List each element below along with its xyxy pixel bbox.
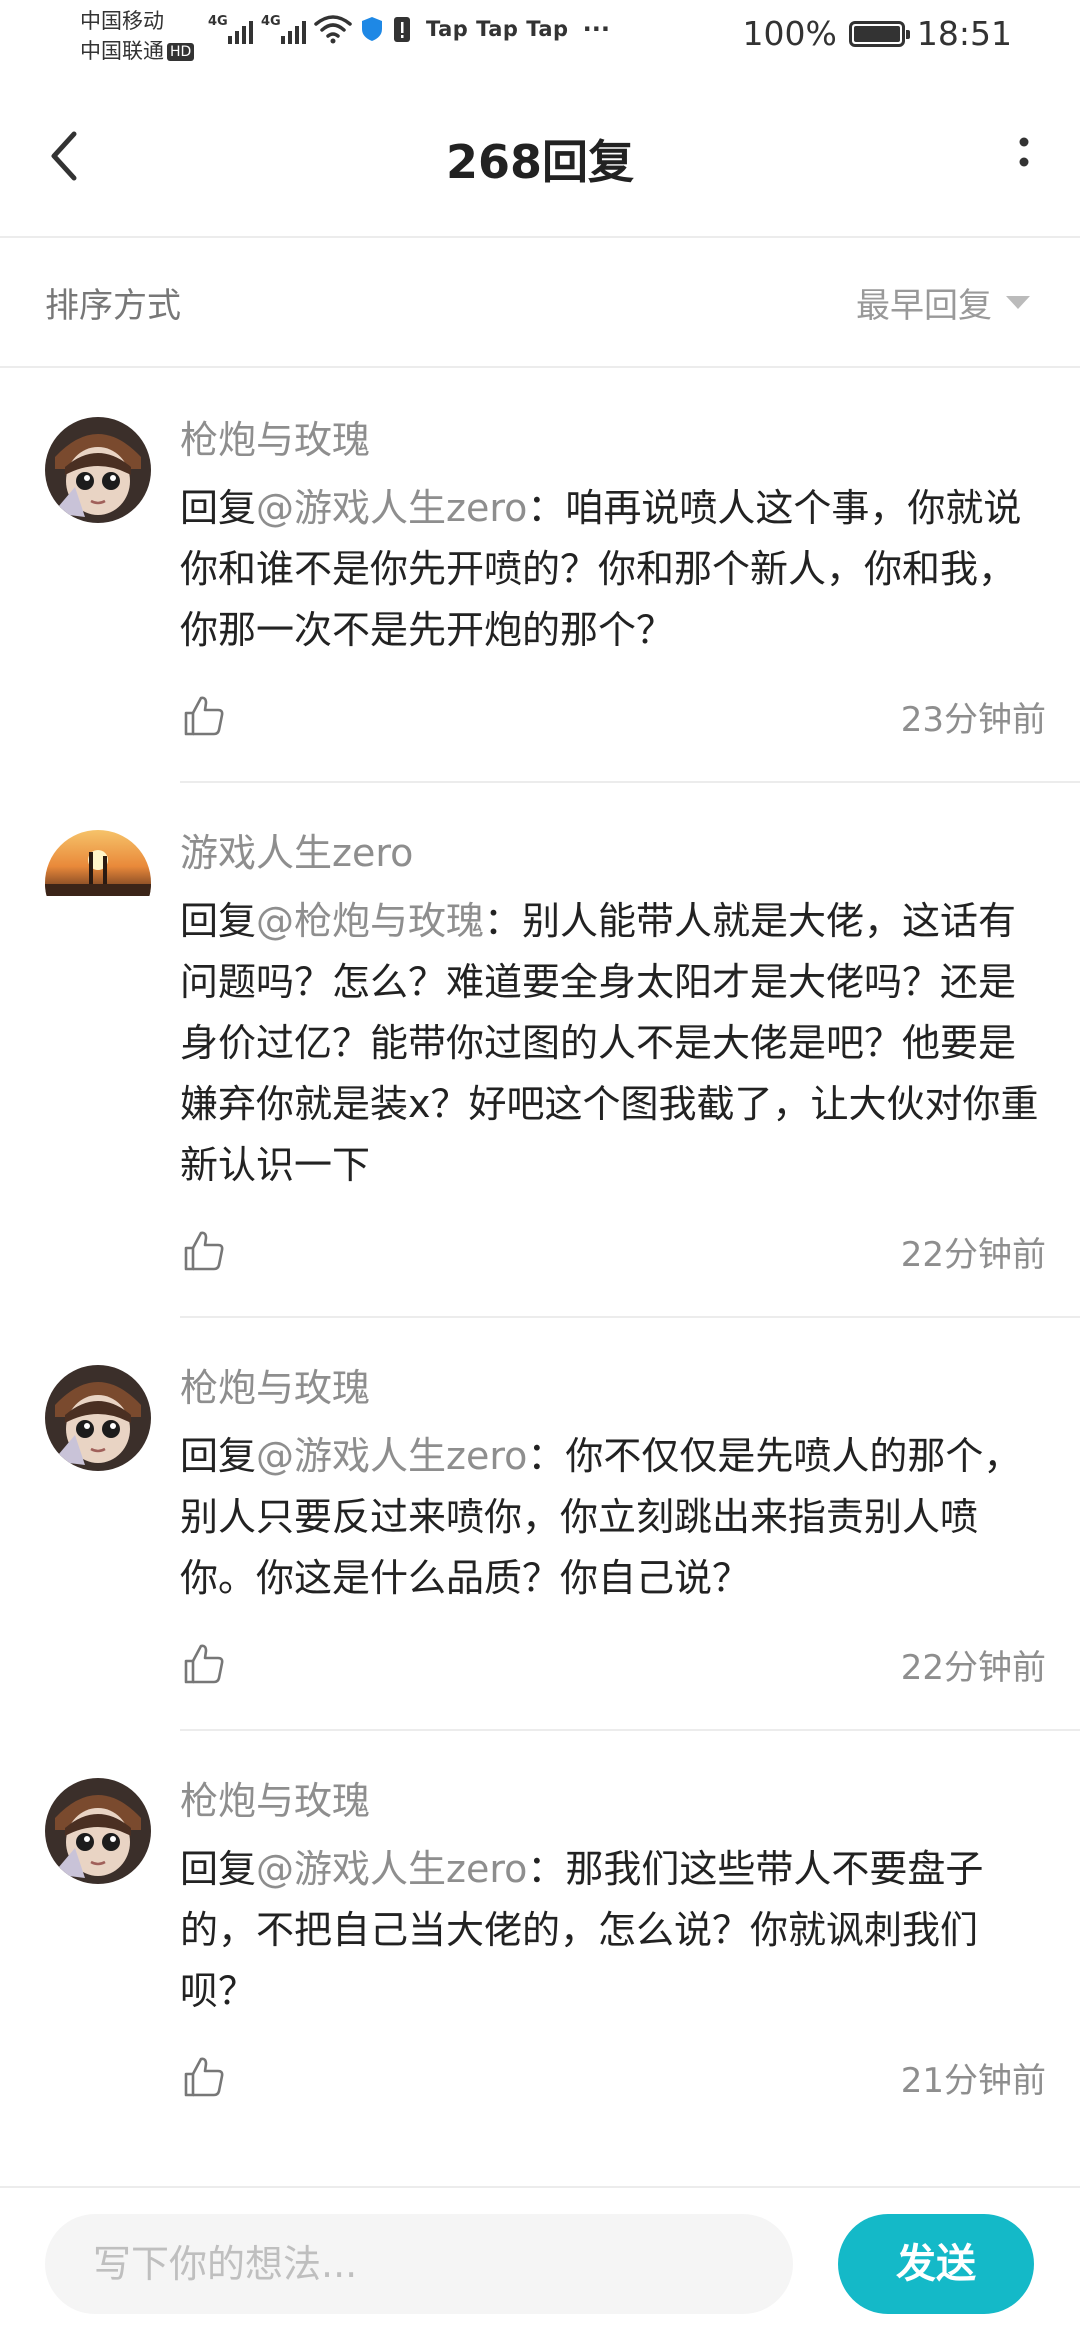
app-header: 268回复 bbox=[0, 78, 1080, 238]
reply-prefix: 回复 bbox=[180, 1434, 257, 1478]
mention-link[interactable]: @游戏人生zero bbox=[256, 1847, 527, 1891]
comment-meta: 23分钟前 bbox=[180, 691, 1046, 741]
triangle-down-icon bbox=[1006, 296, 1030, 309]
network-type-1: 4G bbox=[208, 14, 228, 29]
carrier-top: 中国移动 bbox=[80, 9, 164, 33]
comment-author[interactable]: 游戏人生zero bbox=[180, 825, 1046, 881]
status-bar: 中国移动 中国联通HD 4G 4G Tap Tap Tap ··· 100% bbox=[0, 0, 1080, 78]
comment-time: 23分钟前 bbox=[900, 699, 1046, 740]
avatar-doll-icon[interactable] bbox=[45, 1365, 151, 1471]
avatar-doll-icon[interactable] bbox=[45, 1778, 151, 1884]
reply-prefix: 回复 bbox=[180, 899, 257, 943]
battery-percent: 100% bbox=[742, 14, 837, 53]
comment-content[interactable]: 回复@枪炮与玫瑰：别人能带人就是大佬，这话有问题吗？怎么？难道要全身太阳才是大佬… bbox=[180, 891, 1046, 1196]
vertical-dots-icon[interactable] bbox=[1012, 126, 1036, 190]
thumbs-up-icon[interactable] bbox=[180, 2053, 228, 2101]
comment-content[interactable]: 回复@游戏人生zero：那我们这些带人不要盘子的，不把自己当大佬的，怎么说？你就… bbox=[180, 1839, 1046, 2022]
thumbs-up-icon[interactable] bbox=[180, 692, 228, 740]
reply-prefix: 回复 bbox=[180, 1847, 257, 1891]
comment-item: 枪炮与玫瑰 回复@游戏人生zero：咱再说喷人这个事，你就说你和谁不是你先开喷的… bbox=[45, 370, 1080, 783]
sort-selected-value: 最早回复 bbox=[856, 286, 992, 326]
composer-bar: 写下你的想法... 发送 bbox=[0, 2186, 1080, 2340]
comment-item: 枪炮与玫瑰 回复@游戏人生zero：那我们这些带人不要盘子的，不把自己当大佬的，… bbox=[45, 1731, 1080, 2142]
avatar-doll-icon[interactable] bbox=[45, 417, 151, 523]
comment-input[interactable]: 写下你的想法... bbox=[45, 2214, 793, 2314]
comment-item: 枪炮与玫瑰 回复@游戏人生zero：你不仅仅是先喷人的那个，别人只要反过来喷你，… bbox=[45, 1318, 1080, 1731]
comment-meta: 22分钟前 bbox=[180, 1226, 1046, 1276]
comment-time: 22分钟前 bbox=[900, 1647, 1046, 1688]
carrier-info: 中国移动 中国联通 HD bbox=[80, 6, 195, 66]
wifi-icon bbox=[314, 15, 352, 44]
sort-label: 排序方式 bbox=[45, 286, 181, 326]
page-title: 268回复 bbox=[445, 135, 635, 189]
signal-icon-2: 4G bbox=[261, 14, 306, 44]
send-button[interactable]: 发送 bbox=[838, 2214, 1034, 2314]
comment-list: 枪炮与玫瑰 回复@游戏人生zero：咱再说喷人这个事，你就说你和谁不是你先开喷的… bbox=[0, 370, 1080, 2142]
comment-time: 22分钟前 bbox=[900, 1234, 1046, 1275]
comment-time: 21分钟前 bbox=[900, 2060, 1046, 2101]
avatar-sunset-icon[interactable] bbox=[45, 830, 151, 936]
comment-meta: 22分钟前 bbox=[180, 1639, 1046, 1689]
more-notifications-icon: ··· bbox=[582, 15, 610, 43]
mention-link[interactable]: @枪炮与玫瑰 bbox=[256, 899, 484, 943]
battery-icon bbox=[848, 20, 910, 47]
sort-dropdown[interactable]: 最早回复 bbox=[856, 278, 1030, 327]
clock: 18:51 bbox=[916, 14, 1012, 53]
network-type-2: 4G bbox=[261, 14, 281, 29]
thumbs-up-icon[interactable] bbox=[180, 1227, 228, 1275]
shield-icon bbox=[362, 17, 382, 41]
comment-author[interactable]: 枪炮与玫瑰 bbox=[180, 412, 1046, 468]
comment-author[interactable]: 枪炮与玫瑰 bbox=[180, 1773, 1046, 1829]
mention-link[interactable]: @游戏人生zero bbox=[256, 1434, 527, 1478]
thumbs-up-icon[interactable] bbox=[180, 1640, 228, 1688]
sort-bar: 排序方式 最早回复 bbox=[0, 238, 1080, 368]
carrier-bottom: 中国联通 bbox=[80, 39, 164, 63]
hd-badge: HD bbox=[167, 43, 195, 61]
comment-author[interactable]: 枪炮与玫瑰 bbox=[180, 1360, 1046, 1416]
comment-item: 游戏人生zero 回复@枪炮与玫瑰：别人能带人就是大佬，这话有问题吗？怎么？难道… bbox=[45, 783, 1080, 1318]
comment-meta: 21分钟前 bbox=[180, 2052, 1046, 2102]
taptap-notification: Tap Tap Tap bbox=[426, 17, 569, 41]
mention-link[interactable]: @游戏人生zero bbox=[256, 486, 527, 530]
status-icons: 4G 4G Tap Tap Tap ··· bbox=[208, 14, 610, 44]
comment-content[interactable]: 回复@游戏人生zero：咱再说喷人这个事，你就说你和谁不是你先开喷的？你和那个新… bbox=[180, 478, 1046, 661]
reply-prefix: 回复 bbox=[180, 486, 257, 530]
comment-content[interactable]: 回复@游戏人生zero：你不仅仅是先喷人的那个，别人只要反过来喷你，你立刻跳出来… bbox=[180, 1426, 1046, 1609]
status-right: 100% 18:51 bbox=[743, 14, 1012, 53]
signal-icon: 4G bbox=[208, 14, 253, 44]
alert-battery-icon bbox=[394, 17, 410, 42]
